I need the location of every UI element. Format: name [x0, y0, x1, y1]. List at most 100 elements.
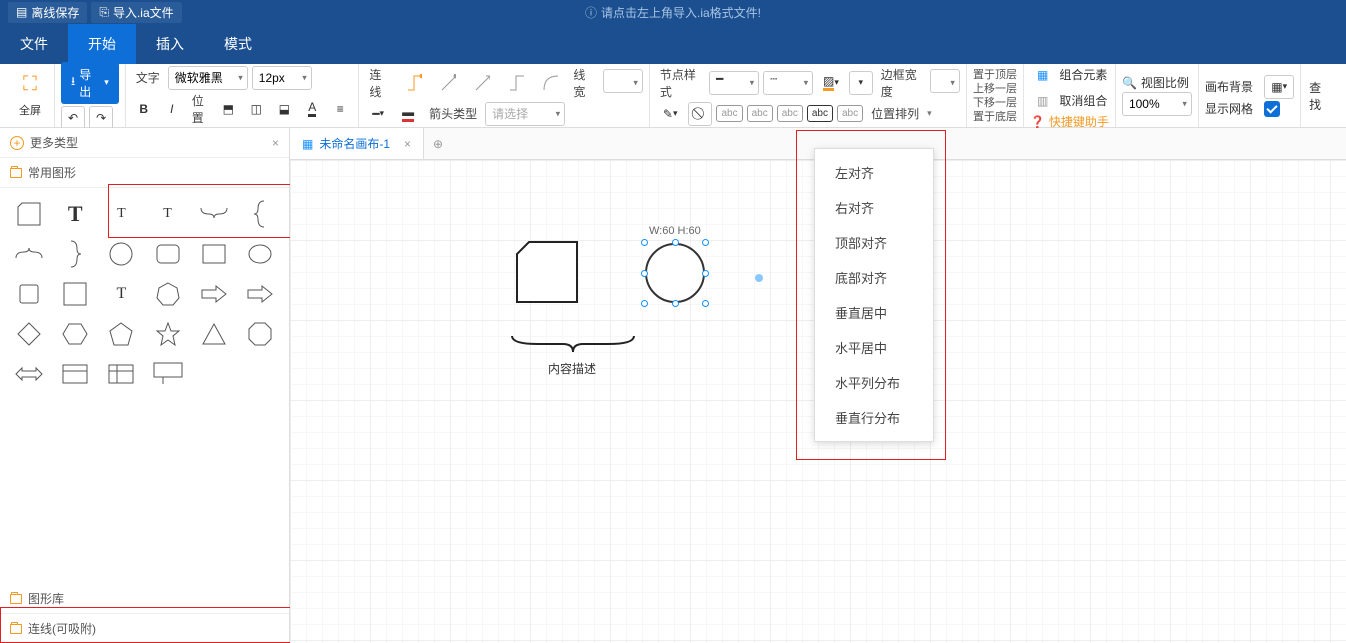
zoom-select[interactable]: 100%: [1122, 92, 1192, 116]
line-style-select[interactable]: ━: [709, 71, 759, 95]
export-button[interactable]: ⭳ 导出 ▾: [61, 62, 119, 104]
shape-ellipse[interactable]: [239, 236, 281, 272]
canvas-bg-button[interactable]: ▦▾: [1264, 75, 1294, 99]
shape-double-arrow[interactable]: [8, 356, 50, 392]
shape-heptagon[interactable]: [147, 276, 189, 312]
menu-insert[interactable]: 插入: [136, 24, 204, 64]
redo-button[interactable]: ↷: [89, 106, 113, 130]
shape-rect[interactable]: [193, 236, 235, 272]
close-tab-button[interactable]: ×: [404, 137, 411, 151]
align-top-button[interactable]: ⬒: [216, 97, 240, 121]
align-button[interactable]: ≡: [328, 97, 352, 121]
shape-star[interactable]: [147, 316, 189, 352]
dash-style-select[interactable]: ┄: [763, 71, 813, 95]
chevron-down-icon[interactable]: ▾: [927, 108, 932, 119]
shape-rounded-rect[interactable]: [147, 236, 189, 272]
group-button[interactable]: 组合元素: [1059, 68, 1107, 82]
canvas-shape-circle-selected[interactable]: W:60 H:60: [645, 243, 705, 303]
abc-style-2[interactable]: abc: [747, 105, 773, 122]
undo-button[interactable]: ↶: [61, 106, 85, 130]
layer-down-button[interactable]: 下移一层: [973, 96, 1017, 110]
menu-mode[interactable]: 模式: [204, 24, 272, 64]
align-right[interactable]: 右对齐: [815, 190, 933, 225]
shape-brace-down[interactable]: [193, 196, 235, 232]
shape-pentagon[interactable]: [100, 316, 142, 352]
abc-style-4[interactable]: abc: [807, 105, 833, 122]
connector-type-1[interactable]: [399, 71, 429, 95]
close-panel-button[interactable]: ×: [272, 136, 279, 150]
canvas[interactable]: 内容描述 W:60 H:60 左对齐 右对齐 顶部对齐 底部对齐: [290, 160, 1346, 643]
shape-brace-up[interactable]: [8, 236, 50, 272]
align-top[interactable]: 顶部对齐: [815, 225, 933, 260]
connector-type-5[interactable]: [535, 71, 565, 95]
search-group[interactable]: 查找: [1301, 64, 1340, 127]
common-shapes-header[interactable]: 常用图形: [0, 158, 289, 188]
shape-diamond[interactable]: [8, 316, 50, 352]
document-tab[interactable]: ▦ 未命名画布-1 ×: [290, 128, 424, 159]
layer-top-button[interactable]: 置于顶层: [973, 68, 1017, 82]
shape-text-small-1[interactable]: T: [100, 196, 142, 232]
import-ia-button[interactable]: ⎘ 导入.ia文件: [91, 2, 181, 23]
align-h-center[interactable]: 水平居中: [815, 330, 933, 365]
shape-text-small-2[interactable]: T: [147, 196, 189, 232]
canvas-shape-rect[interactable]: [515, 240, 579, 304]
border-color-button[interactable]: ▾: [849, 71, 873, 95]
connector-type-3[interactable]: [467, 71, 497, 95]
align-bottom[interactable]: 底部对齐: [815, 260, 933, 295]
connector-type-2[interactable]: [433, 71, 463, 95]
menu-file[interactable]: 文件: [0, 24, 68, 64]
connectors-header[interactable]: 连线(可吸附): [0, 614, 289, 643]
shape-triangle[interactable]: [193, 316, 235, 352]
align-v-center[interactable]: 垂直居中: [815, 295, 933, 330]
show-grid-checkbox[interactable]: [1264, 101, 1280, 117]
abc-style-5[interactable]: abc: [837, 105, 863, 122]
italic-button[interactable]: I: [160, 97, 184, 121]
arrow-type-select[interactable]: 请选择: [485, 102, 565, 126]
shape-square[interactable]: [54, 276, 96, 312]
align-middle-button[interactable]: ◫: [244, 97, 268, 121]
connector-type-4[interactable]: [501, 71, 531, 95]
abc-style-1[interactable]: abc: [716, 105, 742, 122]
shape-octagon[interactable]: [239, 316, 281, 352]
save-offline-button[interactable]: ▤ 离线保存: [8, 2, 87, 23]
fullscreen-icon[interactable]: ⛶: [14, 68, 46, 100]
layer-up-button[interactable]: 上移一层: [973, 82, 1017, 96]
shape-brace-right[interactable]: [239, 196, 281, 232]
shape-table-1[interactable]: [54, 356, 96, 392]
abc-style-3[interactable]: abc: [777, 105, 803, 122]
font-family-select[interactable]: 微软雅黑: [168, 66, 248, 90]
ungroup-button[interactable]: 取消组合: [1059, 94, 1107, 108]
line-width-select[interactable]: [603, 69, 643, 93]
line-color-button[interactable]: ▬: [395, 102, 421, 126]
shape-library-header[interactable]: 图形库: [0, 584, 289, 614]
font-size-select[interactable]: 12px: [252, 66, 312, 90]
shape-hexagon[interactable]: [54, 316, 96, 352]
shape-arrow-right[interactable]: [193, 276, 235, 312]
border-width-select[interactable]: [930, 69, 960, 93]
bold-button[interactable]: B: [132, 97, 156, 121]
align-bottom-button[interactable]: ⬓: [272, 97, 296, 121]
shape-callout[interactable]: [147, 356, 189, 392]
shape-table-2[interactable]: [100, 356, 142, 392]
line-style-button[interactable]: ━▾: [365, 102, 391, 126]
add-tab-button[interactable]: ⊕: [424, 137, 452, 151]
align-left[interactable]: 左对齐: [815, 155, 933, 190]
format-painter-button[interactable]: ✎▾: [656, 102, 685, 126]
clear-format-button[interactable]: ⃠: [688, 102, 712, 126]
menu-start[interactable]: 开始: [68, 24, 136, 64]
more-types-header[interactable]: + 更多类型 ×: [0, 128, 289, 158]
distribute-h[interactable]: 水平列分布: [815, 365, 933, 400]
shape-arrow-right-2[interactable]: [239, 276, 281, 312]
shape-circle[interactable]: [100, 236, 142, 272]
font-color-button[interactable]: A: [300, 97, 324, 121]
fill-color-button[interactable]: ▨▾: [817, 71, 845, 95]
distribute-v[interactable]: 垂直行分布: [815, 400, 933, 435]
shape-rect-cut[interactable]: [8, 196, 50, 232]
shape-text-t[interactable]: T: [100, 276, 142, 312]
layer-bottom-button[interactable]: 置于底层: [973, 110, 1017, 124]
shape-square-sm[interactable]: [8, 276, 50, 312]
connection-point[interactable]: [755, 274, 763, 282]
shape-brace-left[interactable]: [54, 236, 96, 272]
shape-text-big[interactable]: T: [54, 196, 96, 232]
shortcuts-button[interactable]: 快捷键助手: [1049, 115, 1109, 129]
